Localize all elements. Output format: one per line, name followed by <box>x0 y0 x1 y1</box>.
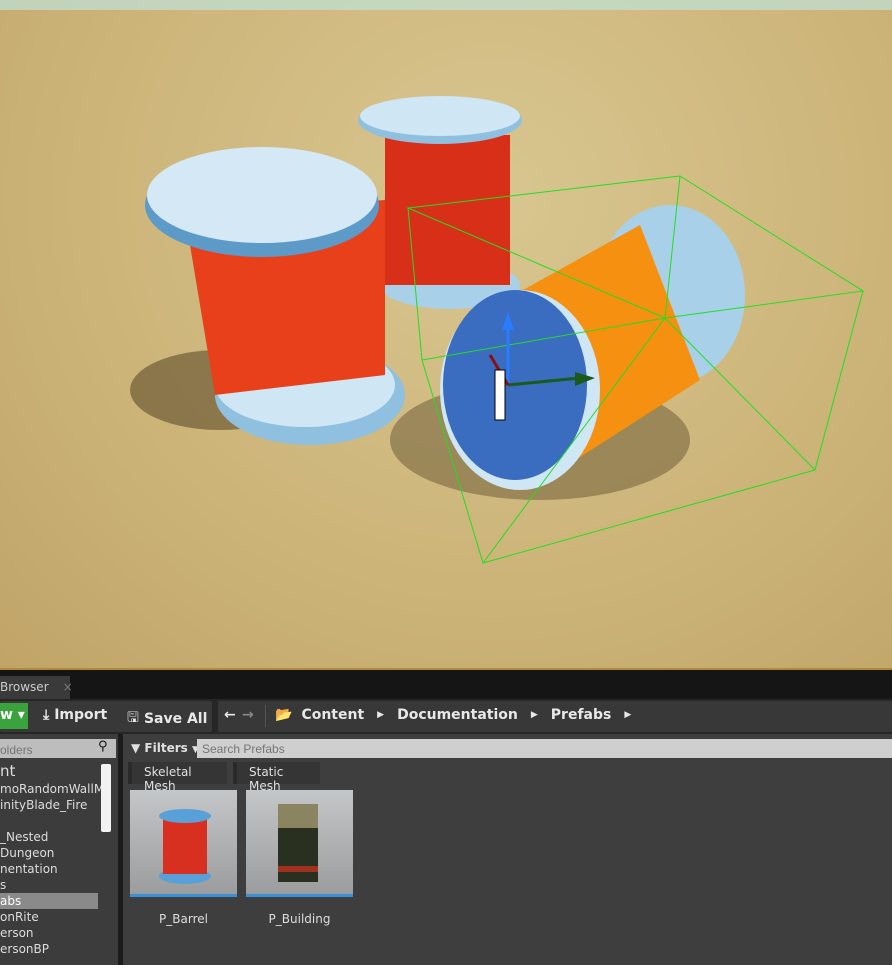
tab-title: Browser <box>0 680 49 694</box>
search-icon: ⚲ <box>98 739 108 754</box>
building-thumbnail <box>278 804 318 882</box>
asset-tile-p-barrel[interactable] <box>130 790 237 897</box>
arrow-right-icon: → <box>242 707 254 723</box>
folder-tree-item[interactable]: abs <box>0 893 98 909</box>
folder-tree-item[interactable]: nt <box>0 763 98 779</box>
folder-tree-item[interactable] <box>0 813 98 829</box>
folder-icon: 📂 <box>275 707 293 723</box>
back-button[interactable]: ← <box>224 707 236 723</box>
asset-search-input[interactable] <box>197 739 892 758</box>
chevron-right-icon[interactable]: ▶ <box>531 710 538 720</box>
add-new-button[interactable]: w ▾ <box>0 703 28 729</box>
tab-content-browser[interactable]: Browser × <box>0 676 73 699</box>
folder-tree-item[interactable]: ersonBP <box>0 941 98 957</box>
breadcrumb-prefabs[interactable]: Prefabs <box>551 707 612 723</box>
forward-button[interactable]: → <box>242 707 254 723</box>
breadcrumb: 📂 Content ▶ Documentation ▶ Prefabs ▶ <box>275 707 639 723</box>
tab-bar <box>0 670 892 699</box>
viewport-scene <box>0 0 892 564</box>
import-icon: ⤓ <box>43 707 50 723</box>
arrow-left-icon: ← <box>224 707 236 723</box>
chevron-right-icon[interactable]: ▶ <box>624 710 631 720</box>
barrel-thumbnail <box>159 809 211 884</box>
filter-icon: ▼ <box>131 741 141 755</box>
folder-tree-item[interactable]: inityBlade_Fire <box>0 797 98 813</box>
folder-tree-item[interactable]: s <box>0 877 98 893</box>
breadcrumb-content[interactable]: Content <box>301 707 364 723</box>
filters-button[interactable]: ▼ Filters ▼ <box>131 741 199 755</box>
folder-tree-item[interactable]: nentation <box>0 861 98 877</box>
folder-tree-scrollbar[interactable] <box>101 764 111 832</box>
folder-tree-item[interactable]: Dungeon <box>0 845 98 861</box>
filter-chip-static-mesh[interactable]: Static Mesh <box>233 762 320 793</box>
breadcrumb-documentation[interactable]: Documentation <box>397 707 518 723</box>
folder-tree-item[interactable]: _Nested <box>0 829 98 845</box>
filter-chip-skeletal-mesh[interactable]: Skeletal Mesh <box>128 762 227 793</box>
asset-name: P_Barrel <box>159 912 208 926</box>
folder-tree-item[interactable]: erson <box>0 925 98 941</box>
folder-tree-item[interactable]: onRite <box>0 909 98 925</box>
folder-tree-item[interactable]: moRandomWallM <box>0 781 104 797</box>
asset-name: P_Building <box>268 912 331 926</box>
level-viewport[interactable] <box>0 0 892 668</box>
save-all-button[interactable]: 🖫 Save All <box>127 707 207 731</box>
tab-close-icon[interactable]: × <box>63 680 73 699</box>
chevron-right-icon[interactable]: ▶ <box>377 710 384 720</box>
import-button[interactable]: ⤓ Import <box>43 707 107 723</box>
asset-tile-p-building[interactable] <box>246 790 353 897</box>
save-icon: 🖫 <box>127 710 139 726</box>
divider <box>265 705 266 727</box>
